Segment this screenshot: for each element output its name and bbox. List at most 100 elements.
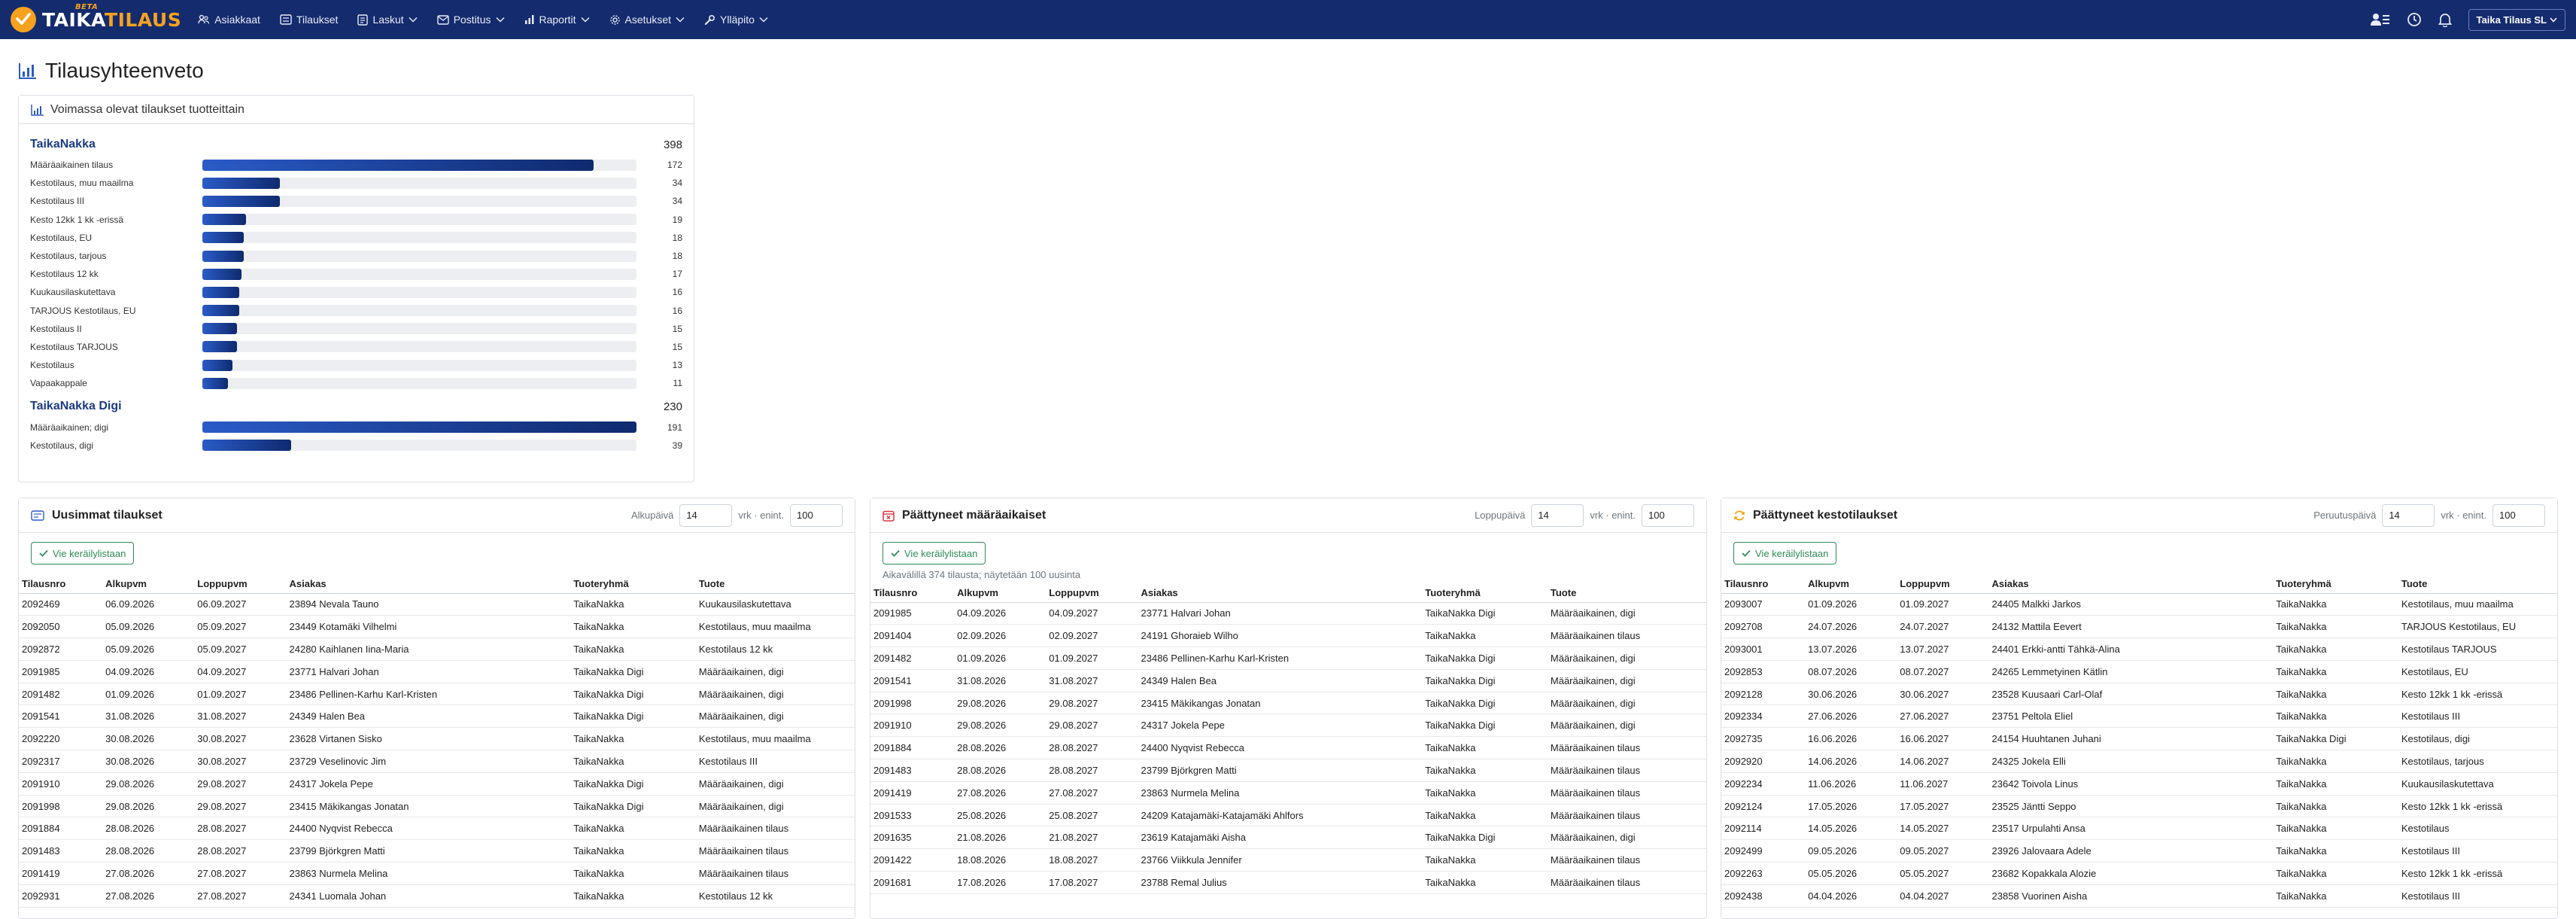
table-cell: 04.09.2026 xyxy=(954,602,1046,625)
table-row[interactable]: 2091910 29.08.2026 29.08.2027 24317 Jokela … xyxy=(19,772,855,796)
table-row[interactable]: 2091422 18.08.2026 18.08.2027 23766 Viikkul… xyxy=(870,848,1706,872)
table-row[interactable]: 2091998 29.08.2026 29.08.2027 23415 Mäkikan… xyxy=(870,692,1706,715)
table-cell: 25.08.2026 xyxy=(954,804,1046,827)
table-row[interactable]: 2092234 11.06.2026 11.06.2027 23642 Toivola… xyxy=(1721,772,2557,796)
nav-raportit[interactable]: Raportit xyxy=(524,14,590,26)
table-row[interactable]: 2092263 05.05.2026 05.05.2027 23682 Kopakka… xyxy=(1721,862,2557,885)
product-bar-row: Kestotilaus TARJOUS 15 xyxy=(30,338,682,356)
user-list-icon[interactable] xyxy=(2370,12,2390,27)
table-row[interactable]: 2092853 08.07.2026 08.07.2027 24265 Lemmety… xyxy=(1721,660,2557,683)
max-input[interactable]: 100 xyxy=(790,504,843,527)
table-row[interactable]: 2091985 04.09.2026 04.09.2027 23771 Halvari… xyxy=(19,660,855,683)
user-menu-button[interactable]: Taika Tilaus SL xyxy=(2468,8,2565,31)
table-row[interactable]: 2092317 30.08.2026 30.08.2027 23729 Veselin… xyxy=(19,750,855,773)
table-row[interactable]: 2091635 21.08.2026 21.08.2027 23619 Katajam… xyxy=(870,826,1706,850)
product-count: 15 xyxy=(672,341,682,352)
table-cell: 2092234 xyxy=(1721,772,1806,796)
table-cell: 05.09.2026 xyxy=(102,615,195,639)
table-cell: Kuukausilaskutettava xyxy=(2398,772,2557,796)
list-icon xyxy=(280,14,292,25)
table-row[interactable]: 2092708 24.07.2026 24.07.2027 24132 Mattila… xyxy=(1721,615,2557,639)
table-row[interactable]: 2091884 28.08.2026 28.08.2027 24400 Nyqvist… xyxy=(870,736,1706,760)
table-row[interactable]: 2092334 27.06.2026 27.06.2027 23751 Peltola… xyxy=(1721,704,2557,729)
table-row[interactable]: 2091419 27.08.2026 27.08.2027 23863 Nurmela… xyxy=(870,781,1706,805)
table-row[interactable]: 2092920 14.06.2026 14.06.2027 24325 Jokela … xyxy=(1721,750,2557,773)
table-row[interactable]: 2091998 29.08.2026 29.08.2027 23415 Mäkikan… xyxy=(19,795,855,818)
table-row[interactable]: 2091681 17.08.2026 17.08.2027 23788 Remal J… xyxy=(870,871,1706,894)
product-count: 18 xyxy=(672,251,682,262)
table-row[interactable]: 2091483 28.08.2026 28.08.2027 23799 Björkgr… xyxy=(870,759,1706,782)
table-row[interactable]: 2092220 30.08.2026 30.08.2027 23628 Virtane… xyxy=(19,727,855,751)
table-cell: 17.05.2027 xyxy=(1897,795,1989,818)
table-row[interactable]: 2091482 01.09.2026 01.09.2027 23486 Pelline… xyxy=(870,647,1706,670)
export-picklist-button[interactable]: Vie keräilylistaan xyxy=(31,542,135,564)
product-group-header: TaikaNakka Digi 230 xyxy=(30,395,682,418)
table-row[interactable]: 2093007 01.09.2026 01.09.2027 24405 Malkki … xyxy=(1721,593,2557,616)
table-row[interactable]: 2091541 31.08.2026 31.08.2027 24349 Halen B… xyxy=(870,669,1706,692)
logo-icon xyxy=(11,7,36,32)
table-cell: TaikaNakka xyxy=(570,638,696,661)
nav-tilaukset[interactable]: Tilaukset xyxy=(280,14,338,26)
table-cell: 2091419 xyxy=(19,862,103,885)
table-cell: Kesto 12kk 1 kk -erissä xyxy=(2398,862,2557,885)
table-row[interactable]: 2091541 31.08.2026 31.08.2027 24349 Halen B… xyxy=(19,704,855,729)
table-row[interactable]: 2091483 28.08.2026 28.08.2027 23799 Björkgr… xyxy=(19,839,855,863)
table-row[interactable]: 2092931 27.08.2026 27.08.2027 24341 Luomala… xyxy=(19,884,855,908)
table-row[interactable]: 2092124 17.05.2026 17.05.2027 23525 Jäntti … xyxy=(1721,795,2557,818)
table-cell: 24325 Jokela Elli xyxy=(1988,750,2274,773)
table-cell: 27.08.2026 xyxy=(102,884,195,908)
max-input[interactable]: 100 xyxy=(1642,504,1694,527)
table-cell: Määräaikainen tilaus xyxy=(695,817,855,841)
table-row[interactable]: 2092438 04.04.2026 04.04.2027 23858 Vuorine… xyxy=(1721,884,2557,908)
table-row[interactable]: 2092469 06.09.2026 06.09.2027 23894 Nevala … xyxy=(19,593,855,616)
table-cell: 18.08.2026 xyxy=(954,848,1046,872)
table-header-row: Tilausnro Alkupvm Loppupvm Asiakas Tuoteryhm… xyxy=(870,584,1706,603)
table-row[interactable]: 2092735 16.06.2026 16.06.2027 24154 Huuhtan… xyxy=(1721,727,2557,751)
table-cell: 2091482 xyxy=(870,647,955,670)
table-row[interactable]: 2093001 13.07.2026 13.07.2027 24401 Erkki-a… xyxy=(1721,638,2557,661)
product-bar xyxy=(202,195,281,207)
product-count: 191 xyxy=(667,421,682,433)
table-cell: 23799 Björkgren Matti xyxy=(286,839,571,863)
bell-icon[interactable] xyxy=(2438,12,2452,27)
nav-laskut[interactable]: Laskut xyxy=(357,14,418,26)
days-input[interactable]: 14 xyxy=(679,504,733,527)
table-cell: 23682 Kopakkala Alozie xyxy=(1988,862,2274,885)
nav-asetukset[interactable]: Asetukset xyxy=(609,14,685,26)
nav-asiakkaat[interactable]: Asiakkaat xyxy=(198,14,260,26)
table-row[interactable]: 2092050 05.09.2026 05.09.2027 23449 Kotamäk… xyxy=(19,615,855,639)
table-row[interactable]: 2091482 01.09.2026 01.09.2027 23486 Pelline… xyxy=(19,683,855,706)
table-row[interactable]: 2091985 04.09.2026 04.09.2027 23771 Halvari… xyxy=(870,602,1706,625)
table-row[interactable]: 2091533 25.08.2026 25.08.2027 24209 Katajam… xyxy=(870,804,1706,827)
table-cell: 2091533 xyxy=(870,804,955,827)
days-input[interactable]: 14 xyxy=(1531,504,1584,527)
table-row[interactable]: 2091910 29.08.2026 29.08.2027 24317 Jokela … xyxy=(870,714,1706,738)
export-picklist-button[interactable]: Vie keräilylistaan xyxy=(1733,542,1837,564)
table-row[interactable]: 2092114 14.05.2026 14.05.2027 23517 Urpulah… xyxy=(1721,817,2557,841)
nav-yllapito[interactable]: Ylläpito xyxy=(704,14,768,26)
table-row[interactable]: 2091404 02.09.2026 02.09.2027 24191 Ghoraie… xyxy=(870,624,1706,648)
panel-filter: Peruutuspäivä 14 vrk · enint. 100 xyxy=(2313,504,2545,527)
max-input[interactable]: 100 xyxy=(2492,504,2545,527)
clock-icon[interactable] xyxy=(2407,12,2422,27)
bar-chart-icon xyxy=(524,15,533,24)
table-row[interactable]: 2092499 09.05.2026 09.05.2027 23926 Jalovaa… xyxy=(1721,839,2557,863)
brand-logo[interactable]: BETA TAIKATILAUS xyxy=(11,3,181,32)
table-row[interactable]: 2092872 05.09.2026 05.09.2027 24280 Kaihlan… xyxy=(19,638,855,661)
table-cell: TaikaNakka Digi xyxy=(2273,727,2398,751)
product-label: Kestotilaus TARJOUS xyxy=(30,341,118,352)
brand-beta-tag: BETA xyxy=(75,2,99,11)
table-cell: Kestotilaus III xyxy=(2398,884,2557,908)
table-row[interactable]: 2091419 27.08.2026 27.08.2027 23863 Nurmela… xyxy=(19,862,855,885)
table-cell: Kestotilaus III xyxy=(2398,704,2557,729)
nav-postitus[interactable]: Postitus xyxy=(436,14,505,26)
export-picklist-button[interactable]: Vie keräilylistaan xyxy=(882,542,986,564)
table-cell: 28.08.2027 xyxy=(194,839,287,863)
table-row[interactable]: 2091884 28.08.2026 28.08.2027 24400 Nyqvist… xyxy=(19,817,855,841)
table-cell: Määräaikainen tilaus xyxy=(695,839,855,863)
product-bar-row: Kestotilaus, EU 18 xyxy=(30,229,682,247)
days-input[interactable]: 14 xyxy=(2382,504,2435,527)
table-row[interactable]: 2092128 30.06.2026 30.06.2027 23528 Kuusaar… xyxy=(1721,683,2557,706)
product-bar-track xyxy=(202,214,637,226)
table-cell: 23894 Nevala Tauno xyxy=(286,593,571,616)
